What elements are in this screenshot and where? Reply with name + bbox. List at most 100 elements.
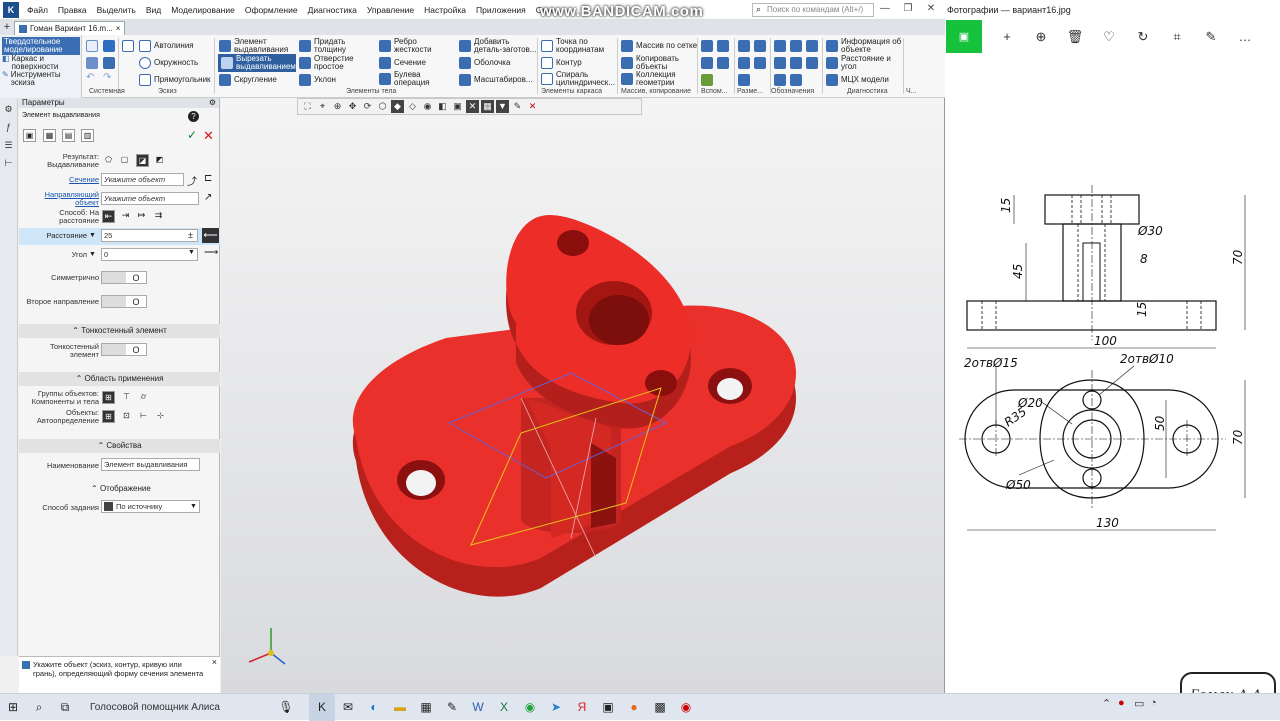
roughness-icon[interactable] xyxy=(790,40,802,52)
angle-select-icon[interactable]: ▼ xyxy=(188,249,195,256)
dimension-radius-icon[interactable] xyxy=(738,57,750,69)
angle-dropdown-icon[interactable]: ▼ xyxy=(89,251,96,258)
firefox-icon[interactable]: ● xyxy=(621,694,647,721)
tray-wifi-icon[interactable]: ◔ xyxy=(1150,697,1157,709)
thin-toggle[interactable]: O xyxy=(101,343,147,356)
name-input[interactable]: Элемент выдавливания xyxy=(101,458,200,471)
tray-network-icon[interactable]: ▭ xyxy=(1134,697,1144,710)
excel-icon[interactable]: X xyxy=(491,694,517,721)
reverse-direction-icon[interactable]: ⟵ xyxy=(202,228,219,243)
menu-select[interactable]: Выделить xyxy=(92,5,141,15)
command-search-input[interactable]: Поиск по командам (Alt+/) xyxy=(752,3,874,17)
bandicam-icon[interactable]: ◉ xyxy=(673,694,699,721)
undo-icon[interactable]: ↶ xyxy=(86,73,94,83)
confirm-icon[interactable]: ✓ xyxy=(187,128,197,142)
copy-objects-button[interactable]: Копировать объекты xyxy=(621,55,695,71)
dimension-diameter-icon[interactable] xyxy=(754,57,766,69)
telegram-icon[interactable]: ➤ xyxy=(543,694,569,721)
zoom-icon[interactable]: ⊕ xyxy=(1024,29,1058,45)
point-coords-button[interactable]: Точка по координатам xyxy=(541,38,611,54)
edge-icon[interactable]: ◐ xyxy=(361,694,387,721)
shell-button[interactable]: Оболочка xyxy=(459,57,510,69)
hole-button[interactable]: Отверстие простое xyxy=(299,55,373,71)
scale-button[interactable]: Масштабиров... xyxy=(459,74,533,86)
params-tab-icon[interactable]: ⚙ xyxy=(3,104,15,116)
angle-input[interactable]: 0 xyxy=(101,248,198,261)
menu-format[interactable]: Оформление xyxy=(240,5,303,15)
explorer-icon[interactable]: ▬ xyxy=(387,694,413,721)
start-icon[interactable]: ⊞ xyxy=(0,694,26,721)
variables-tab-icon[interactable]: ƒ xyxy=(3,122,15,134)
contour-button[interactable]: Контур xyxy=(541,57,582,69)
tray-expand-icon[interactable]: ⌃ xyxy=(1102,697,1111,710)
edit-icon[interactable]: ✎ xyxy=(1194,29,1228,45)
aux-line-icon[interactable] xyxy=(701,74,713,86)
method-through-all-icon[interactable]: ⇉ xyxy=(152,210,165,223)
aux-axis-icon[interactable] xyxy=(717,40,729,52)
result-intersect-icon[interactable]: ◩ xyxy=(153,154,166,167)
sketch-select-icon[interactable]: ⤴ xyxy=(187,173,197,188)
thread-icon[interactable] xyxy=(806,57,818,69)
tree-objects-icon[interactable]: ⊢ xyxy=(137,410,150,423)
notepad-icon[interactable]: ✎ xyxy=(439,694,465,721)
components-icon[interactable]: ⊞ xyxy=(102,391,115,404)
new-tab-icon[interactable]: + xyxy=(0,21,14,35)
add-objects-icon[interactable]: ⊹ xyxy=(154,410,167,423)
pick-direction-icon[interactable]: ↗ xyxy=(204,192,212,203)
guide-object-input[interactable]: Укажите объект xyxy=(101,192,199,205)
distance-input[interactable]: 25 xyxy=(101,229,198,242)
menu-file[interactable]: Файл xyxy=(22,5,53,15)
delete-icon[interactable]: 🗑 xyxy=(1058,29,1092,45)
table-icon[interactable] xyxy=(790,74,802,86)
help-icon[interactable]: ? xyxy=(188,111,199,122)
more-icon[interactable]: … xyxy=(1228,29,1262,44)
tab-params-icon[interactable]: ▣ xyxy=(23,129,36,142)
result-cut-icon[interactable]: ▢ xyxy=(118,154,131,167)
object-info-button[interactable]: Информация об объекте xyxy=(826,38,902,54)
close-hint-icon[interactable]: × xyxy=(212,658,217,667)
select-objects-icon[interactable]: ⊡ xyxy=(120,410,133,423)
close-tab-icon[interactable]: × xyxy=(116,24,121,33)
calculator-icon[interactable]: ▦ xyxy=(413,694,439,721)
panel-settings-icon[interactable]: ⚙ xyxy=(209,98,216,108)
tab-thin-icon[interactable]: ▦ xyxy=(43,129,56,142)
voice-assistant-search[interactable]: Голосовой помощник Алиса xyxy=(78,694,303,721)
whatsapp-icon[interactable]: ◉ xyxy=(517,694,543,721)
yandex-icon[interactable]: Я xyxy=(569,694,595,721)
aux-lcs-icon[interactable] xyxy=(717,57,729,69)
app-logo-icon[interactable]: K xyxy=(3,1,19,18)
rib-button[interactable]: Ребро жесткости xyxy=(379,38,449,54)
angle-direction-icon[interactable]: ⟶ xyxy=(204,247,218,258)
text-icon[interactable] xyxy=(774,74,786,86)
sections-input[interactable]: Укажите объект xyxy=(101,173,184,186)
close-window-button[interactable]: ✕ xyxy=(924,2,938,16)
menu-settings[interactable]: Настройка xyxy=(419,5,471,15)
fillet-button[interactable]: Скругление xyxy=(219,74,277,86)
result-new-body-icon[interactable]: ⬠ xyxy=(102,154,115,167)
autoline-button[interactable]: Автолиния xyxy=(139,40,194,52)
see-all-photos-icon[interactable]: ▣ xyxy=(946,20,982,53)
document-tab[interactable]: Гоман Вариант 16.m... × xyxy=(14,21,126,35)
aux-point-icon[interactable] xyxy=(701,57,713,69)
geometry-collection-button[interactable]: Коллекция геометрии xyxy=(621,71,695,87)
method2-dropdown-icon[interactable]: ▼ xyxy=(190,503,197,510)
create-sketch-icon[interactable]: ⊏ xyxy=(204,173,212,184)
part-model[interactable] xyxy=(221,98,944,693)
aux-plane-icon[interactable] xyxy=(701,40,713,52)
dimension-auto-icon[interactable] xyxy=(738,74,750,86)
circle-button[interactable]: Окружность xyxy=(139,57,198,69)
add-to-icon[interactable]: + xyxy=(990,29,1024,44)
sketch-button[interactable] xyxy=(122,40,134,52)
word-icon[interactable]: W xyxy=(465,694,491,721)
props-section-header[interactable]: ⌃ Свойства xyxy=(19,439,220,453)
add-part-button[interactable]: Добавить деталь-заготов... xyxy=(459,38,537,54)
dimension-linear-icon[interactable] xyxy=(738,40,750,52)
tolerance-icon[interactable] xyxy=(774,57,786,69)
base-icon[interactable] xyxy=(790,57,802,69)
save-icon[interactable] xyxy=(103,57,115,69)
scope-section-header[interactable]: ⌃ Область применения xyxy=(19,372,220,386)
kompas-taskbar-icon[interactable]: K xyxy=(309,693,335,721)
sections-label[interactable]: Сечение xyxy=(21,176,99,184)
print-icon[interactable] xyxy=(86,57,98,69)
image-viewer-icon[interactable]: ▩ xyxy=(647,694,673,721)
